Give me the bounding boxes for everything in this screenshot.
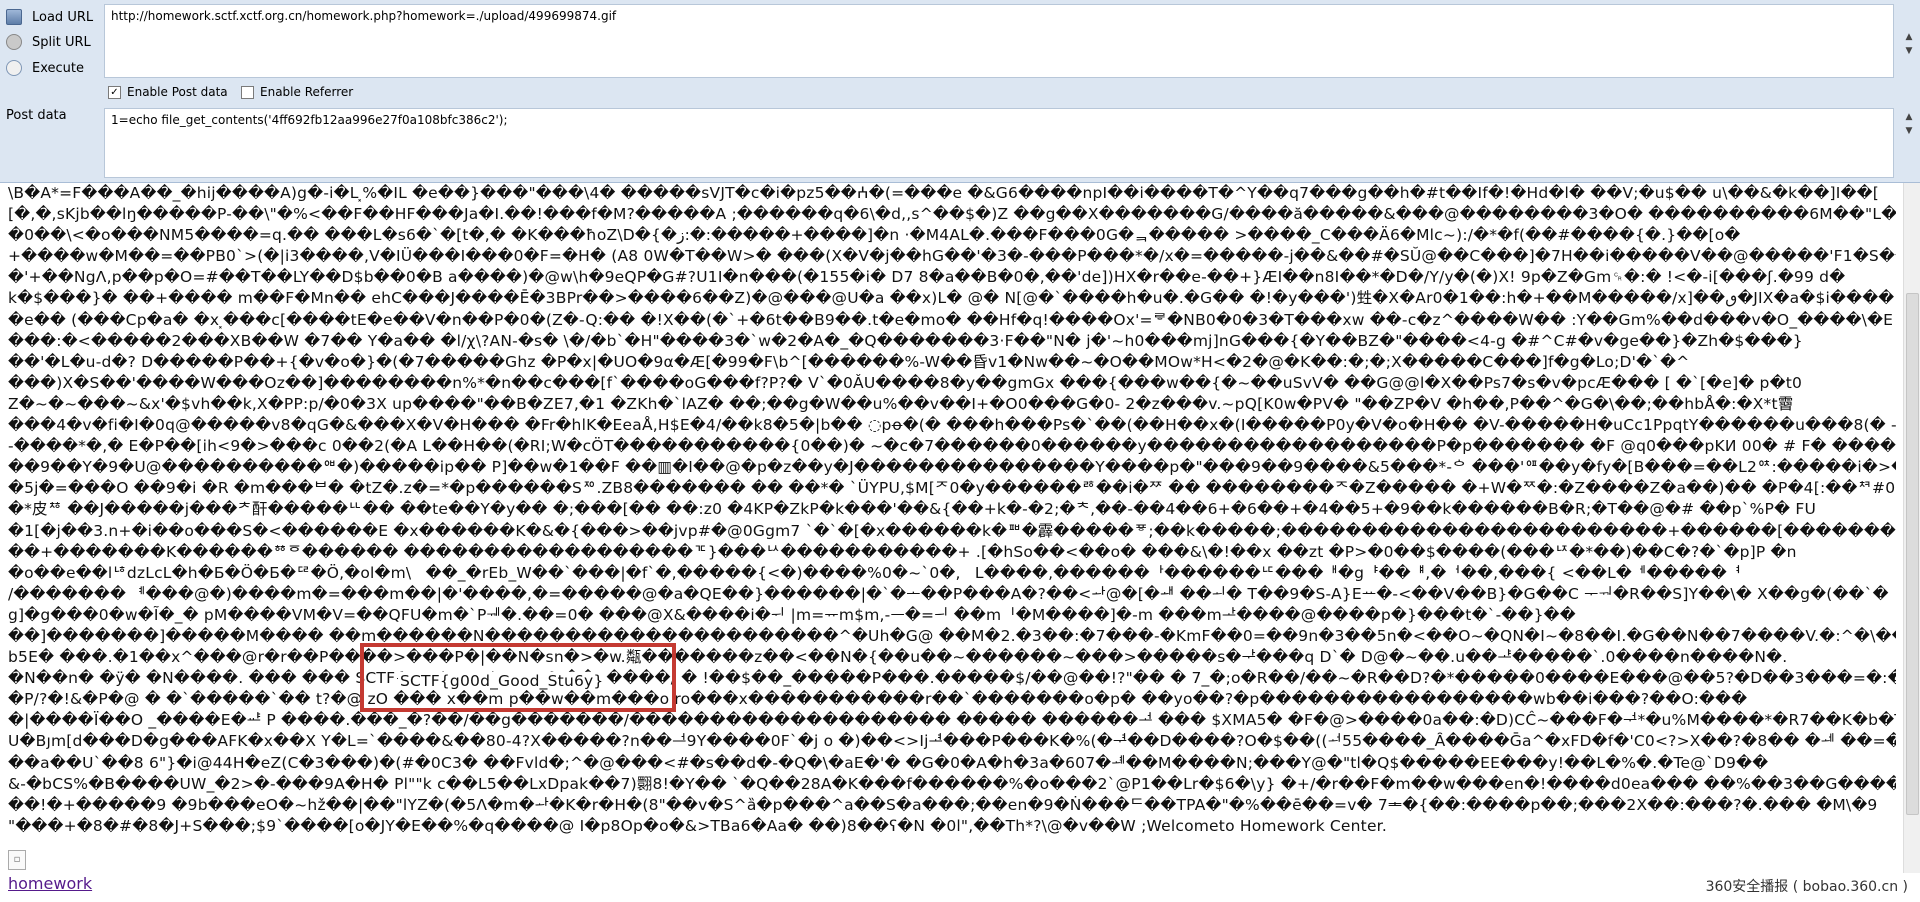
split-url-icon — [6, 34, 22, 50]
output-line: �1[�j��3.n+�i��o���S�<������E �x������K�… — [8, 521, 1896, 540]
output-line: ��+�������K������ᅘᅙ������ ��������������… — [8, 542, 1797, 561]
output-line: \B�A*=F���A��_�hij����A)g�-i�L⸼%�IL �e��… — [8, 184, 1879, 202]
output-line: k�$���}� ��+���� m��F�Mn�� ehC���J����Ē�… — [8, 289, 1896, 308]
output-line: g]�g���0�w�Ĩ�_� pM����VM�V=��QFU�m�`Pᅰ�.… — [8, 605, 1576, 624]
execute-label: Execute — [32, 60, 84, 76]
output-line: �o��e��lᅝdzLcL�h�Б�Ӧ�Б�ᅞ�Ö,�ol�m\ᅟ��_�rE… — [8, 563, 1742, 582]
enable-referrer-checkbox[interactable]: Enable Referrer — [241, 85, 353, 99]
page-content: \B�A*=F���A��_�hij����A)g�-i�L⸼%�IL �e��… — [0, 183, 1904, 853]
output-line: ���)X�S��'����W���Oz��]��������n%*�n��c�… — [8, 373, 1803, 392]
watermark-text: 360安全播报 ( bobao.360.cn ) — [1705, 879, 1908, 895]
load-url-label: Load URL — [32, 9, 94, 25]
output-line: [�,�,sKjb��lŋ�����P-��\"�%<��F��HF���Ja�… — [8, 205, 1896, 224]
output-line: �*皮ᅓ ��J�����j���ᅔ酐�����ᄔ�� ��te��Y�y�� … — [8, 500, 1816, 519]
output-line: +����w�M��=��PB0`>(�|i3����,V�IÜ���I���0… — [8, 247, 1896, 266]
post-scroll-arrows[interactable]: ▲ ▼ — [1902, 110, 1916, 138]
load-url-button[interactable]: Load URL — [0, 6, 100, 28]
execute-icon — [6, 60, 22, 76]
output-line: ��]�������]�����M���� ��m������N��������… — [8, 626, 1896, 645]
homework-link[interactable]: homework — [8, 874, 92, 893]
enable-post-label: Enable Post data — [127, 85, 228, 99]
post-data-textarea[interactable]: 1=echo file_get_contents('4ff692fb12aa99… — [104, 108, 1894, 178]
output-line: &-�bCS%�B����UW_�2>�-���9A�H� Pl""k c��L… — [8, 774, 1896, 793]
output-line: /������� ᅨ���@�)����m�=���m��|�'����,�=�… — [8, 584, 1889, 603]
output-line: �|����Ï��O _����E�ᅹ P ����.���_�?��/��g�… — [8, 711, 1896, 730]
split-url-button[interactable]: Split URL — [0, 31, 100, 53]
flag-text: SCTF{g00d_Good_Stu6y} — [398, 672, 606, 690]
output-line: ���:�<�����2���XB��W �7�� Y�a�� �l/χ\?AN… — [8, 331, 1803, 350]
output-line: -����*�,� E�P��[ih<9�>���c 0��2(�A L��H�… — [8, 437, 1896, 456]
output-line: �0��\<�o���NM5����=q.�� ���L�s6�`�[t�,� … — [8, 226, 1741, 245]
output-line: U�Bȷm[d���D�g���AFK�x��X Y�L=`����&��80-… — [8, 732, 1896, 751]
output-line: �e�� (���Cp�a� �x⸼���c[����tE�e��V�n��P�… — [8, 310, 1894, 329]
split-url-label: Split URL — [32, 34, 91, 50]
output-line: ��a��U`��8 6"}�i@44H�eZ(C�3���)�(#�0C3� … — [8, 753, 1769, 772]
binary-output-text: \B�A*=F���A��_�hij����A)g�-i�L⸼%�IL �e��… — [0, 183, 1904, 837]
output-line: b5E� ���.�1��x^���@r�r��P����>���P�|��N�… — [8, 648, 1788, 667]
output-line: ��'�L�u-d�? D�����P��+{�v�o�}�(�7�����Gh… — [8, 352, 1690, 371]
enable-post-checkbox[interactable]: ✓ Enable Post data — [108, 85, 228, 99]
broken-image-icon: ▫ — [8, 850, 26, 870]
post-data-label: Post data — [6, 108, 67, 123]
execute-button[interactable]: Execute — [0, 57, 100, 79]
output-line: ���4�v�fi�I�0q@�����v8�qG�&���X�V�H��� �… — [8, 416, 1896, 435]
output-line: "���+�8�#�8�J+S���;$9`����[o�JY�E��%�q��… — [8, 816, 1387, 835]
output-line: �5j�=���O ��9�i �R �m���ᄇ� �tZ�.z�=*�p��… — [8, 479, 1896, 498]
scrollbar-thumb[interactable] — [1906, 293, 1919, 815]
enable-referrer-label: Enable Referrer — [260, 85, 354, 99]
vertical-scrollbar[interactable] — [1903, 183, 1920, 873]
output-line: �P/?�!&�P�@ � �`�����`�� t?�@ zO ��� x��… — [8, 690, 1748, 709]
load-url-icon — [6, 9, 22, 25]
output-line: ��9��Y�9�U@����������ᅄ�)�����ip�� P]��w�… — [8, 458, 1896, 477]
output-line: �'+��NgΛ,p��p�O=#��T��LY��D$b��0�B a����… — [8, 268, 1846, 287]
hackbar-panel: Load URL Split URL Execute http://homewo… — [0, 0, 1920, 183]
url-scroll-arrows[interactable]: ▲ ▼ — [1902, 30, 1916, 58]
output-line: ��!�+�����9 �9b���eO�~hž��|��"lYZ�(�5Λ�m… — [8, 795, 1878, 814]
output-line: �N��n� �ÿ� �N����. ��� ��� SCTF{g00d_Goo… — [8, 669, 1896, 688]
output-line: Z�~�~���~&x'�$vh��k,X�PP:p/�0�3X up����"… — [8, 394, 1794, 413]
checkbox-unchecked-icon — [241, 85, 254, 99]
checkbox-checked-icon: ✓ — [108, 85, 121, 99]
url-textarea[interactable]: http://homework.sctf.xctf.org.cn/homewor… — [104, 4, 1894, 78]
